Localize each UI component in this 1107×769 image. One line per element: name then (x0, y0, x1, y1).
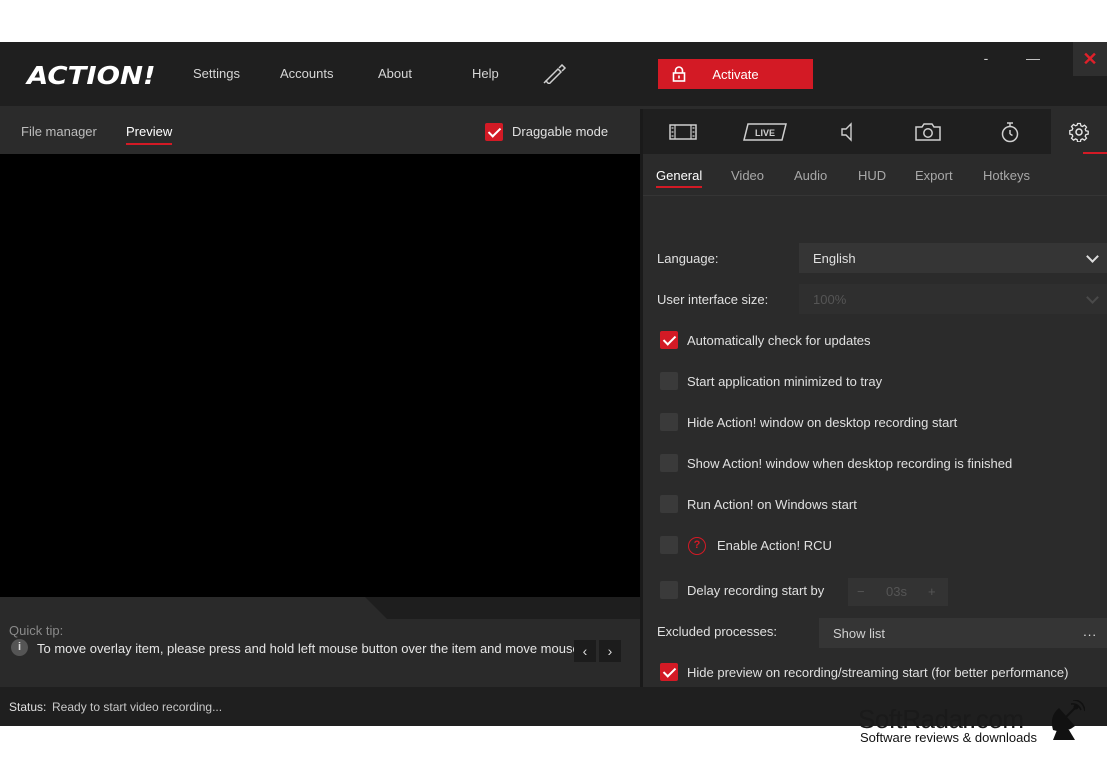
status-key: Status: (9, 700, 47, 714)
camera-icon (915, 122, 941, 141)
audio-mode-button[interactable] (807, 109, 887, 154)
quick-tip-text: To move overlay item, please press and h… (37, 641, 575, 656)
screenshot-mode-button[interactable] (888, 109, 968, 154)
title-bar: ACTION! Settings Accounts About Help Act… (0, 42, 1107, 106)
action-app-window: ACTION! Settings Accounts About Help Act… (0, 42, 1107, 726)
info-icon: i (11, 639, 28, 656)
language-value: English (813, 251, 856, 266)
softradar-watermark: SoftRadar.com Software reviews & downloa… (858, 704, 1037, 745)
activate-button[interactable]: Activate (658, 59, 813, 89)
quick-tip-panel: Quick tip: i To move overlay item, pleas… (0, 597, 640, 687)
show-window-label: Show Action! window when desktop recordi… (687, 456, 1013, 471)
menu-help[interactable]: Help (472, 66, 499, 81)
run-on-start-checkbox[interactable] (660, 495, 678, 513)
live-icon: LIVE (743, 122, 787, 141)
tip-panel-notch (365, 597, 640, 619)
hide-preview-checkbox[interactable] (660, 663, 678, 681)
tab-video[interactable]: Video (731, 168, 764, 183)
warning-icon[interactable]: ? (688, 537, 706, 555)
tip-next-button[interactable]: › (599, 640, 621, 662)
draggable-mode-checkbox[interactable] (485, 123, 503, 141)
delay-minus-button[interactable]: − (857, 584, 865, 599)
ui-size-select: 100% (799, 284, 1107, 314)
gear-icon (1069, 122, 1089, 142)
status-text: Ready to start video recording... (52, 700, 223, 714)
draggable-mode-label: Draggable mode (512, 124, 609, 139)
speaker-icon (841, 121, 852, 142)
auto-update-label: Automatically check for updates (687, 333, 871, 348)
auto-update-checkbox[interactable] (660, 331, 678, 349)
menu-settings[interactable]: Settings (193, 66, 240, 81)
show-list-label: Show list (833, 626, 886, 641)
ui-size-value: 100% (813, 292, 847, 307)
live-mode-button[interactable]: LIVE (725, 109, 805, 154)
show-window-checkbox[interactable] (660, 454, 678, 472)
enable-rcu-checkbox[interactable] (660, 536, 678, 554)
tip-prev-button[interactable]: ‹ (574, 640, 596, 662)
stopwatch-icon (1001, 121, 1019, 142)
ui-size-label: User interface size: (657, 292, 769, 307)
language-select[interactable]: English (799, 243, 1107, 273)
menu-accounts[interactable]: Accounts (280, 66, 333, 81)
mode-bar: LIVE (643, 109, 1107, 154)
minimize-button[interactable]: - (966, 50, 1006, 84)
pen-icon[interactable] (543, 64, 567, 84)
start-minimized-label: Start application minimized to tray (687, 374, 883, 389)
show-list-button[interactable]: Show list ... (819, 618, 1107, 648)
maximize-button[interactable]: — (1013, 50, 1053, 84)
tab-audio[interactable]: Audio (794, 168, 827, 183)
chevron-down-icon (1086, 250, 1099, 263)
delay-recording-label: Delay recording start by (687, 583, 825, 598)
video-mode-button[interactable] (643, 109, 723, 154)
tab-hotkeys[interactable]: Hotkeys (983, 168, 1030, 183)
delay-recording-checkbox[interactable] (660, 581, 678, 599)
close-button[interactable]: ✕ (1073, 42, 1107, 76)
quick-tip-title: Quick tip: (9, 623, 64, 638)
delay-plus-button[interactable]: + (928, 584, 936, 599)
hide-preview-label: Hide preview on recording/streaming star… (687, 665, 1069, 680)
start-minimized-checkbox[interactable] (660, 372, 678, 390)
tab-hud[interactable]: HUD (858, 168, 886, 183)
settings-tabs: General Video Audio HUD Export Hotkeys (643, 154, 1107, 196)
svg-text:LIVE: LIVE (755, 128, 775, 138)
right-pane: LIVE General Video Audio HUD Export Hotk… (643, 109, 1107, 687)
left-pane: File manager Preview Draggable mode Quic… (0, 109, 640, 687)
satellite-dish-icon (1051, 700, 1085, 740)
chevron-down-icon (1086, 291, 1099, 304)
enable-rcu-label: Enable Action! RCU (717, 538, 832, 553)
tab-file-manager[interactable]: File manager (21, 124, 97, 139)
left-tabs: File manager Preview Draggable mode (0, 109, 640, 154)
settings-mode-button[interactable] (1051, 109, 1107, 154)
run-on-start-label: Run Action! on Windows start (687, 497, 857, 512)
more-icon: ... (1083, 624, 1097, 639)
activate-label: Activate (712, 67, 759, 82)
film-icon (669, 123, 697, 140)
tab-preview[interactable]: Preview (126, 124, 173, 145)
excluded-processes-label: Excluded processes: (657, 624, 777, 639)
menu-about[interactable]: About (378, 66, 412, 81)
timer-mode-button[interactable] (970, 109, 1050, 154)
tab-export[interactable]: Export (915, 168, 953, 183)
delay-value: 03s (886, 584, 907, 599)
hide-window-checkbox[interactable] (660, 413, 678, 431)
watermark-subtitle: Software reviews & downloads (860, 730, 1038, 745)
language-label: Language: (657, 251, 719, 266)
tab-general[interactable]: General (656, 168, 703, 188)
preview-area[interactable] (0, 154, 640, 597)
delay-stepper: − 03s + (848, 578, 948, 606)
hide-window-label: Hide Action! window on desktop recording… (687, 415, 958, 430)
action-logo: ACTION! (27, 61, 156, 90)
